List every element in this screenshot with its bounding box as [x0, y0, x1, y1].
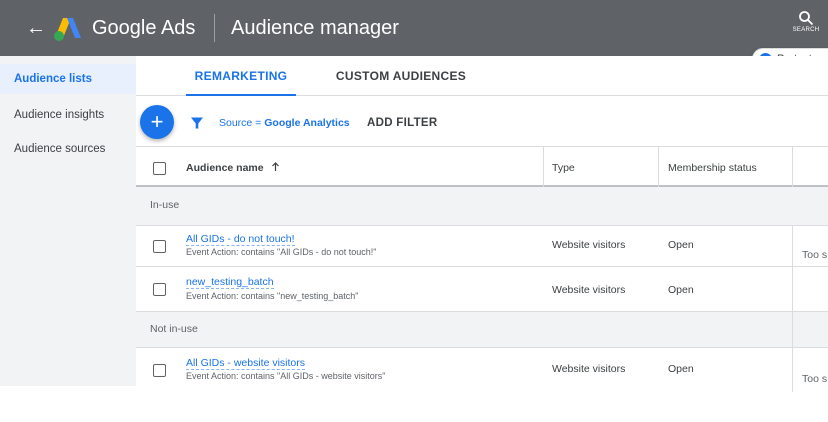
membership-status: Open [668, 239, 694, 251]
plus-icon: + [150, 109, 164, 134]
row-checkbox[interactable] [153, 240, 166, 253]
audience-description: Event Action: contains "All GIDs - do no… [186, 247, 377, 257]
audience-description: Event Action: contains "new_testing_batc… [186, 291, 359, 301]
section-label: In-use [150, 199, 180, 211]
tab-custom-audiences[interactable]: CUSTOM AUDIENCES [326, 56, 476, 96]
audience-table: Audience name Type Membership status In-… [136, 146, 828, 392]
title-divider [214, 14, 215, 42]
page-title: Audience manager [231, 17, 399, 39]
sidebar-item-label: Audience insights [14, 109, 105, 121]
tab-bar: REMARKETING CUSTOM AUDIENCES [136, 56, 828, 96]
audience-type: Website visitors [552, 363, 626, 375]
select-all-checkbox[interactable] [153, 162, 166, 175]
tab-label: REMARKETING [194, 69, 288, 83]
column-header-type[interactable]: Type [552, 161, 575, 175]
search-label: SEARCH [792, 27, 820, 33]
google-ads-logo-icon [54, 18, 81, 41]
audience-type: Website visitors [552, 284, 626, 296]
column-header-membership-status[interactable]: Membership status [668, 161, 757, 175]
sidebar-item-audience-insights[interactable]: Audience insights [0, 100, 136, 130]
sidebar-item-audience-sources[interactable]: Audience sources [0, 134, 136, 164]
filter-key: Source = [219, 117, 265, 129]
source-filter-chip[interactable]: Source = Google Analytics [219, 116, 350, 130]
search-button[interactable]: SEARCH [786, 8, 826, 48]
table-top-border [136, 146, 828, 147]
column-header-label: Audience name [186, 162, 264, 174]
column-divider [658, 146, 659, 187]
row-checkbox[interactable] [153, 283, 166, 296]
membership-status: Open [668, 363, 694, 375]
app-bar: ← Google Ads Audience manager SEARCH [0, 0, 828, 56]
filter-value: Google Analytics [264, 117, 350, 129]
add-audience-button[interactable]: + [140, 105, 174, 139]
audience-name-link[interactable]: All GIDs - do not touch! [186, 233, 295, 246]
audience-name-link[interactable]: new_testing_batch [186, 276, 274, 289]
section-row-in-use: In-use [136, 187, 828, 225]
search-icon [799, 11, 814, 26]
sidebar-item-label: Audience sources [14, 143, 106, 155]
arrow-up-icon [271, 162, 279, 171]
sidebar-item-label: Audience lists [14, 73, 92, 85]
column-header-audience-name[interactable]: Audience name [186, 161, 280, 175]
sidebar-item-audience-lists[interactable]: Audience lists [0, 64, 136, 94]
audience-name-link[interactable]: All GIDs - website visitors [186, 357, 306, 370]
add-filter-button[interactable]: ADD FILTER [367, 116, 438, 130]
tab-remarketing[interactable]: REMARKETING [186, 56, 296, 96]
column-divider [792, 146, 793, 187]
row-divider [136, 347, 828, 348]
funnel-icon[interactable] [190, 116, 204, 130]
row-divider [136, 266, 828, 267]
row-divider [136, 225, 828, 226]
sidebar: Audience lists Audience insights Audienc… [0, 56, 136, 386]
audience-description: Event Action: contains "All GIDs - websi… [186, 371, 386, 381]
row-extra-value: Too s [802, 249, 828, 261]
product-name[interactable]: Google Ads [92, 16, 195, 40]
tab-label: CUSTOM AUDIENCES [335, 69, 467, 83]
section-label: Not in-use [150, 323, 198, 335]
row-checkbox[interactable] [153, 364, 166, 377]
column-divider [792, 225, 793, 392]
section-row-not-in-use: Not in-use [136, 312, 828, 347]
back-arrow-icon[interactable]: ← [26, 18, 46, 38]
membership-status: Open [668, 284, 694, 296]
row-extra-value: Too s [802, 373, 828, 385]
audience-type: Website visitors [552, 239, 626, 251]
column-divider [543, 146, 544, 187]
